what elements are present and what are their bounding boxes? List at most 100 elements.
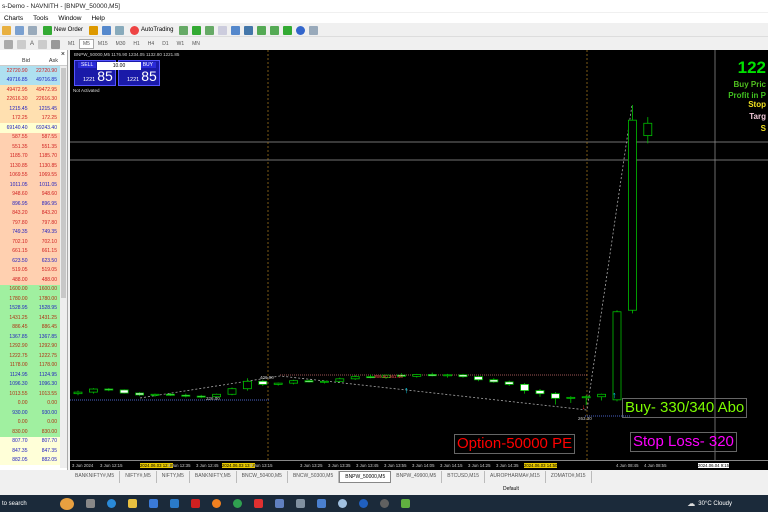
new-chart-icon[interactable] [2, 25, 11, 35]
timeframe-m30[interactable]: M30 [112, 39, 130, 49]
templates-icon[interactable] [309, 25, 319, 35]
stoploss-text-box[interactable]: Stop Loss- 320 [630, 432, 737, 452]
chart-tab[interactable]: BANKNIFTY#,M5 [70, 471, 121, 483]
symbol-row[interactable]: 661.15 661.15 [0, 246, 67, 256]
periods-icon[interactable] [296, 25, 306, 35]
symbol-row[interactable]: 1600.00 1600.00 [0, 284, 67, 294]
symbol-row[interactable]: 1431.25 1431.25 [0, 313, 67, 323]
option-text-box[interactable]: Option-50000 PE [454, 434, 576, 454]
app-icon-5[interactable] [401, 499, 410, 508]
menu-tools[interactable]: Tools [33, 15, 48, 22]
symbol-row[interactable]: 22720.90 22720.90 [0, 66, 67, 76]
symbol-row[interactable]: 0.00 0.00 [0, 417, 67, 427]
app-icon[interactable] [275, 499, 284, 508]
symbol-row[interactable]: 1013.55 1013.55 [0, 389, 67, 399]
file-explorer-icon[interactable] [128, 499, 137, 508]
edge-icon[interactable] [107, 499, 116, 508]
autotrading-button[interactable]: AutoTrading [128, 25, 175, 36]
text-tool-icon[interactable]: A [30, 41, 34, 47]
menu-charts[interactable]: Charts [4, 15, 23, 22]
meta-editor-icon[interactable] [89, 25, 99, 35]
symbol-row[interactable]: 488.00 488.00 [0, 275, 67, 285]
menu-window[interactable]: Window [58, 15, 81, 22]
symbol-row[interactable]: 1096.30 1096.30 [0, 379, 67, 389]
symbol-row[interactable]: 948.60 948.60 [0, 189, 67, 199]
candlestick-icon[interactable] [192, 25, 202, 35]
chart-tab[interactable]: NIFTY,M5 [157, 471, 190, 483]
symbol-row[interactable]: 172.25 172.25 [0, 113, 67, 123]
symbol-row[interactable]: 519.05 519.05 [0, 265, 67, 275]
store-icon[interactable] [149, 499, 158, 508]
timeframe-h4[interactable]: H4 [144, 39, 158, 49]
market-watch-scrollbar[interactable] [60, 66, 67, 468]
symbol-row[interactable]: 551.35 551.35 [0, 142, 67, 152]
symbol-row[interactable]: 1124.95 1124.95 [0, 370, 67, 380]
profiles-icon[interactable] [15, 25, 24, 35]
terminal-icon[interactable] [102, 25, 112, 35]
symbol-row[interactable]: 1367.85 1367.85 [0, 332, 67, 342]
timeframe-m1[interactable]: M1 [64, 39, 79, 49]
crosshair-icon[interactable] [4, 39, 13, 49]
recorder-icon[interactable] [254, 499, 263, 508]
arrows-icon[interactable] [51, 39, 61, 49]
symbol-row[interactable]: 1178.00 1178.00 [0, 360, 67, 370]
channel-icon[interactable] [17, 39, 26, 49]
app-icon-3[interactable] [338, 499, 347, 508]
bar-chart-icon[interactable] [179, 25, 189, 35]
symbol-row[interactable]: 930.00 930.00 [0, 408, 67, 418]
tile-windows-icon[interactable] [244, 25, 254, 35]
symbol-row[interactable]: 1185.70 1185.70 [0, 151, 67, 161]
close-icon[interactable]: × [61, 51, 65, 58]
timeframe-m15[interactable]: M15 [94, 39, 112, 49]
symbol-row[interactable]: 797.80 797.80 [0, 218, 67, 228]
symbol-row[interactable]: 843.20 843.20 [0, 208, 67, 218]
timeframe-h1[interactable]: H1 [129, 39, 143, 49]
firefox-icon[interactable] [212, 499, 221, 508]
symbol-row[interactable]: 749.35 749.35 [0, 227, 67, 237]
text-label-icon[interactable] [38, 39, 48, 49]
indicators-icon[interactable] [283, 25, 293, 35]
search-box[interactable]: to search [0, 501, 32, 507]
buy-text-box[interactable]: Buy- 330/340 Abo [622, 398, 748, 418]
symbol-row[interactable]: 1011.05 1011.05 [0, 180, 67, 190]
word-icon[interactable] [317, 499, 326, 508]
lot-size-input[interactable]: 10.00 [97, 62, 141, 70]
task-view-icon[interactable] [86, 499, 95, 508]
zoom-out-icon[interactable] [231, 25, 241, 35]
widget-icon[interactable] [60, 497, 74, 510]
new-order-button[interactable]: New Order [41, 25, 85, 36]
chart-tab[interactable]: BTCUSD,M15 [442, 471, 485, 483]
chrome-icon[interactable] [233, 499, 242, 508]
navigator-icon[interactable] [28, 25, 37, 35]
symbol-row[interactable]: 1292.90 1292.90 [0, 341, 67, 351]
zoom-in-icon[interactable] [218, 25, 228, 35]
autoscroll-icon[interactable] [270, 25, 280, 35]
symbol-row[interactable]: 1130.85 1130.85 [0, 161, 67, 171]
chart-tab[interactable]: BNPW_50000,M5 [339, 471, 392, 483]
acrobat-icon[interactable] [191, 499, 200, 508]
symbol-row[interactable]: 886.45 886.45 [0, 322, 67, 332]
symbol-row[interactable]: 830.00 830.00 [0, 427, 67, 437]
symbol-row[interactable]: 22616.30 22616.30 [0, 94, 67, 104]
chart-tab[interactable]: BNCW_50400,M5 [237, 471, 288, 483]
weather-widget[interactable]: ☁ 30°C Cloudy [687, 499, 768, 508]
timeframe-m5[interactable]: M5 [78, 39, 94, 49]
symbol-row[interactable]: 1215.45 1215.45 [0, 104, 67, 114]
symbol-row[interactable]: 1222.75 1222.75 [0, 351, 67, 361]
strategy-tester-icon[interactable] [115, 25, 125, 35]
chart-shift-icon[interactable] [257, 25, 267, 35]
chart-tab[interactable]: NIFTY#,M5 [120, 471, 157, 483]
symbol-row[interactable]: 896.95 896.95 [0, 199, 67, 209]
symbol-row[interactable]: 623.50 623.50 [0, 256, 67, 266]
app-icon-4[interactable] [380, 499, 389, 508]
symbol-row[interactable]: 882.05 882.05 [0, 455, 67, 465]
symbol-row[interactable]: 1528.95 1528.95 [0, 303, 67, 313]
symbol-row[interactable]: 1780.00 1780.00 [0, 294, 67, 304]
chart-tab[interactable]: ZOMATO#,M15 [546, 471, 592, 483]
chart-tab[interactable]: BNPW_49900,M5 [391, 471, 443, 483]
chart-tab[interactable]: AUROPHARMA#,M15 [485, 471, 546, 483]
timeframe-mn[interactable]: MN [188, 39, 204, 49]
line-chart-icon[interactable] [205, 25, 215, 35]
symbol-row[interactable]: 587.55 587.55 [0, 132, 67, 142]
chart-tab[interactable]: BNCW_50300,M5 [288, 471, 340, 483]
